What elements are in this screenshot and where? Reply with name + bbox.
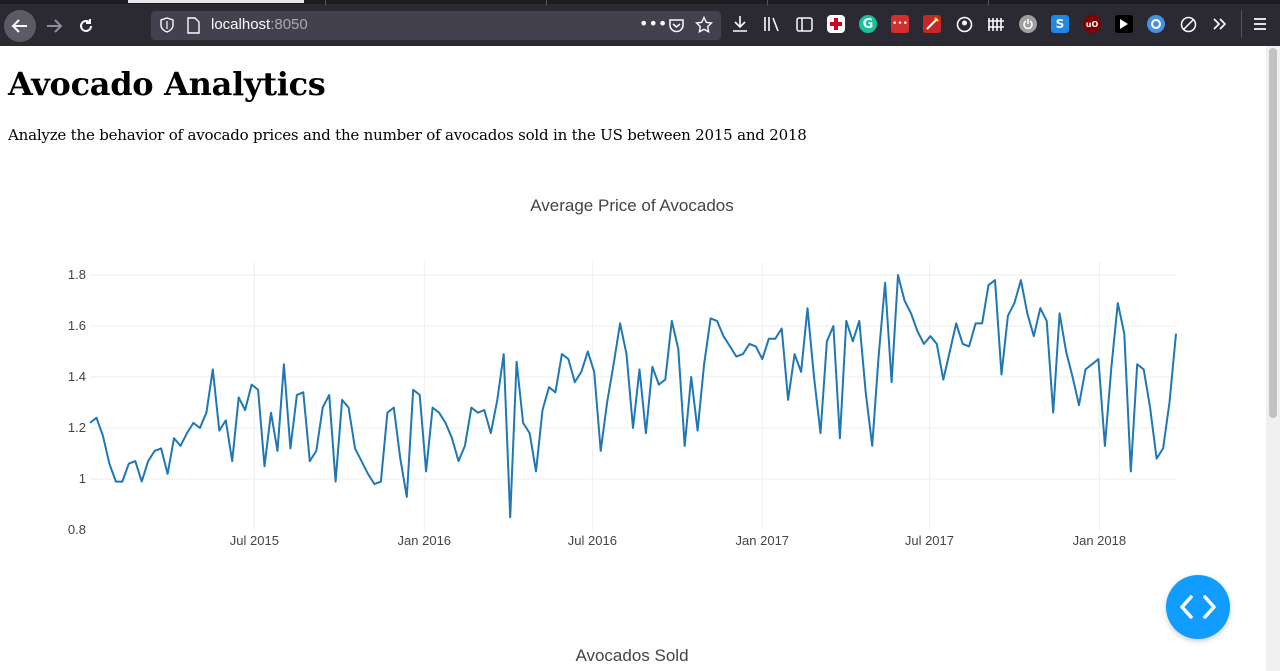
y-tick-label: 1.2 bbox=[68, 420, 86, 435]
y-tick-label: 1.4 bbox=[68, 369, 86, 384]
tab-separator bbox=[325, 0, 326, 5]
address-bar[interactable]: localhost:8050 ••• bbox=[151, 11, 721, 40]
chart-gridlines bbox=[90, 262, 1176, 530]
y-tick-label: 1.6 bbox=[68, 318, 86, 333]
x-tick-label: Jul 2015 bbox=[230, 533, 279, 546]
arrow-right-icon bbox=[47, 19, 63, 33]
s-extension-icon[interactable]: S bbox=[1051, 15, 1069, 33]
url-text[interactable]: localhost:8050 bbox=[211, 16, 308, 33]
reload-button[interactable] bbox=[70, 10, 102, 42]
library-icon[interactable] bbox=[763, 15, 781, 33]
overflow-chevron-icon[interactable] bbox=[1211, 15, 1229, 33]
blocked-icon[interactable] bbox=[1179, 15, 1197, 33]
x-tick-label: Jul 2017 bbox=[905, 533, 954, 546]
menu-icon[interactable] bbox=[1251, 15, 1269, 33]
tab-separator bbox=[988, 0, 989, 5]
x-tick-label: Jan 2016 bbox=[398, 533, 452, 546]
volume-chart-title: Avocados Sold bbox=[575, 646, 689, 665]
shield-icon[interactable] bbox=[159, 17, 175, 33]
vertical-scrollbar[interactable] bbox=[1266, 46, 1280, 671]
y-tick-label: 0.8 bbox=[68, 522, 86, 537]
x-tick-label: Jul 2016 bbox=[568, 533, 617, 546]
bookmark-star-icon[interactable] bbox=[695, 16, 713, 34]
ublock-icon[interactable]: uO bbox=[1083, 15, 1101, 33]
tab-separator bbox=[546, 0, 547, 5]
forward-button[interactable] bbox=[38, 10, 70, 42]
page-content: Avocado Analytics Analyze the behavior o… bbox=[0, 46, 1266, 671]
tab-separator bbox=[767, 0, 768, 5]
active-tab-indicator[interactable] bbox=[128, 0, 304, 3]
toolbar-divider bbox=[1241, 10, 1242, 38]
price-chart[interactable]: 0.8 1 1.2 1.4 1.6 1.8 Jul 2015 Jan 2016 Jul 2016… bbox=[0, 46, 1266, 546]
medical-cross-extension-icon[interactable] bbox=[827, 15, 845, 33]
dots-extension-icon[interactable]: ••• bbox=[891, 15, 909, 33]
back-button[interactable] bbox=[4, 10, 36, 42]
url-port: :8050 bbox=[270, 16, 308, 33]
y-tick-label: 1.8 bbox=[68, 267, 86, 282]
page-icon bbox=[187, 17, 200, 34]
fence-extension-icon[interactable] bbox=[987, 15, 1005, 33]
url-host: localhost bbox=[211, 16, 271, 33]
scrollbar-thumb[interactable] bbox=[1269, 48, 1277, 418]
power-extension-icon[interactable] bbox=[1019, 15, 1037, 33]
x-tick-label: Jan 2018 bbox=[1073, 533, 1127, 546]
x-tick-label: Jan 2017 bbox=[736, 533, 790, 546]
play-extension-icon[interactable] bbox=[1115, 15, 1133, 33]
pocket-icon[interactable] bbox=[668, 17, 685, 34]
download-icon[interactable] bbox=[731, 15, 749, 33]
debug-menu-button[interactable] bbox=[1166, 575, 1230, 639]
wand-extension-icon[interactable] bbox=[923, 15, 941, 33]
sidebar-icon[interactable] bbox=[795, 15, 813, 33]
reload-icon bbox=[80, 19, 92, 32]
target-extension-icon[interactable] bbox=[1147, 15, 1165, 33]
price-series-line[interactable] bbox=[89, 274, 1177, 519]
browser-toolbar: localhost:8050 ••• G ••• S uO bbox=[0, 0, 1280, 46]
arrow-left-icon bbox=[11, 19, 27, 33]
y-tick-label: 1 bbox=[79, 471, 86, 486]
grammarly-icon[interactable]: G bbox=[859, 15, 877, 33]
account-icon[interactable] bbox=[955, 15, 973, 33]
more-actions-icon[interactable]: ••• bbox=[639, 14, 667, 33]
code-brackets-icon bbox=[1180, 595, 1216, 619]
